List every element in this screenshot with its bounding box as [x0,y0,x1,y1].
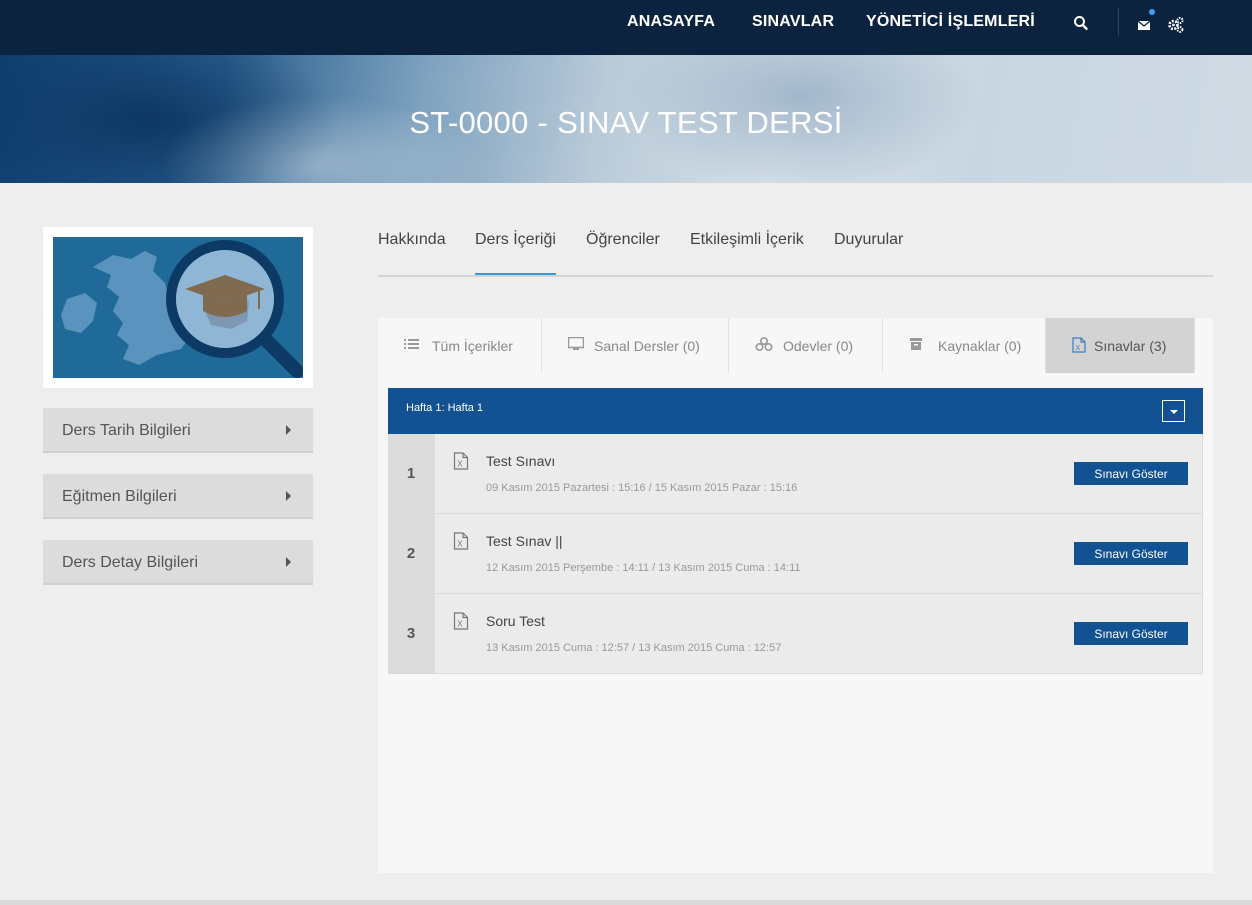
exam-row: 3 X Soru Test 13 Kasım 2015 Cuma : 12:57… [388,594,1203,674]
exam-title[interactable]: Soru Test [486,613,545,629]
show-exam-button[interactable]: Sınavı Göster [1074,542,1188,565]
exam-date-range: 09 Kasım 2015 Pazartesi : 15:16 / 15 Kas… [486,482,798,494]
subtab-label: Sanal Dersler (0) [594,338,700,354]
tab-students[interactable]: Öğrenciler [586,231,660,249]
exam-date-range: 12 Kasım 2015 Perşembe : 14:11 / 13 Kası… [486,562,801,574]
exam-row: 2 X Test Sınav || 12 Kasım 2015 Perşembe… [388,514,1203,594]
subtab-virtual-classes[interactable]: Sanal Dersler (0) [542,318,729,373]
course-banner: ST-0000 - SINAV TEST DERSİ [0,55,1252,183]
exam-date-range: 13 Kasım 2015 Cuma : 12:57 / 13 Kasım 20… [486,642,782,654]
search-icon[interactable] [1073,14,1091,34]
active-tab-indicator [475,273,556,275]
svg-text:X: X [457,620,463,629]
exam-file-icon: X [453,612,469,630]
exam-title[interactable]: Test Sınavı [486,453,555,469]
cubes-icon [755,336,773,352]
row-number-cell: 1 [389,434,435,513]
row-number-cell: 3 [389,594,435,673]
subtab-assignments[interactable]: Odevler (0) [729,318,883,373]
subtab-label: Sınavlar (3) [1094,338,1167,354]
nav-link-home[interactable]: ANASAYFA [627,13,715,31]
row-number: 3 [406,625,416,642]
course-image-illustration [53,237,303,378]
footer-divider [0,900,1252,905]
week-header[interactable]: Hafta 1: Hafta 1 [388,388,1203,434]
exam-file-icon: X [453,532,469,550]
course-thumbnail [43,227,313,388]
exam-row: 1 X Test Sınavı 09 Kasım 2015 Pazartesi … [388,434,1203,514]
caret-right-icon [286,425,291,435]
svg-text:X: X [457,540,463,549]
sidebar-item-course-dates[interactable]: Ders Tarih Bilgileri [43,408,313,453]
nav-link-admin[interactable]: YÖNETİCİ İŞLEMLERİ [866,13,1035,31]
row-number: 1 [406,465,416,482]
show-exam-button[interactable]: Sınavı Göster [1074,622,1188,645]
tab-course-content[interactable]: Ders İçeriği [475,231,556,249]
subtab-exams[interactable]: X Sınavlar (3) [1046,318,1195,373]
excel-file-icon: X [1072,337,1088,353]
exam-title[interactable]: Test Sınav || [486,533,563,549]
week-title: Hafta 1: Hafta 1 [406,402,484,414]
sidebar-item-label: Ders Tarih Bilgileri [62,422,191,439]
nav-link-exams[interactable]: SINAVLAR [752,13,834,31]
monitor-icon [567,336,585,351]
tab-announcements[interactable]: Duyurular [834,231,903,249]
subtab-all-content[interactable]: Tüm İçerikler [378,318,542,373]
collapse-toggle-icon[interactable] [1162,400,1185,422]
tab-interactive-content[interactable]: Etkileşimli İçerik [690,231,804,249]
nav-divider [1118,8,1119,36]
row-number: 2 [406,545,416,562]
course-title: ST-0000 - SINAV TEST DERSİ [409,105,843,140]
caret-right-icon [286,557,291,567]
sidebar-item-label: Ders Detay Bilgileri [62,554,199,571]
exam-file-icon: X [453,452,469,470]
sidebar-item-instructor[interactable]: Eğitmen Bilgileri [43,474,313,519]
subtab-resources[interactable]: Kaynaklar (0) [883,318,1046,373]
notification-dot [1149,9,1155,15]
archive-icon [909,337,925,351]
caret-right-icon [286,491,291,501]
subtab-label: Odevler (0) [783,338,854,354]
show-exam-button[interactable]: Sınavı Göster [1074,462,1188,485]
envelope-icon[interactable] [1137,14,1155,34]
subtab-label: Kaynaklar (0) [938,338,1022,354]
sidebar-item-course-details[interactable]: Ders Detay Bilgileri [43,540,313,585]
top-navbar: ANASAYFA SINAVLAR YÖNETİCİ İŞLEMLERİ [0,0,1252,55]
row-number-cell: 2 [389,514,435,593]
svg-text:X: X [1076,345,1081,352]
subtab-label: Tüm İçerikler [432,338,513,354]
svg-text:X: X [457,460,463,469]
gears-icon[interactable] [1167,14,1185,34]
tab-about[interactable]: Hakkında [378,231,446,249]
list-icon [404,337,420,351]
sidebar-item-label: Eğitmen Bilgileri [62,488,177,505]
tabs-divider [378,275,1213,277]
